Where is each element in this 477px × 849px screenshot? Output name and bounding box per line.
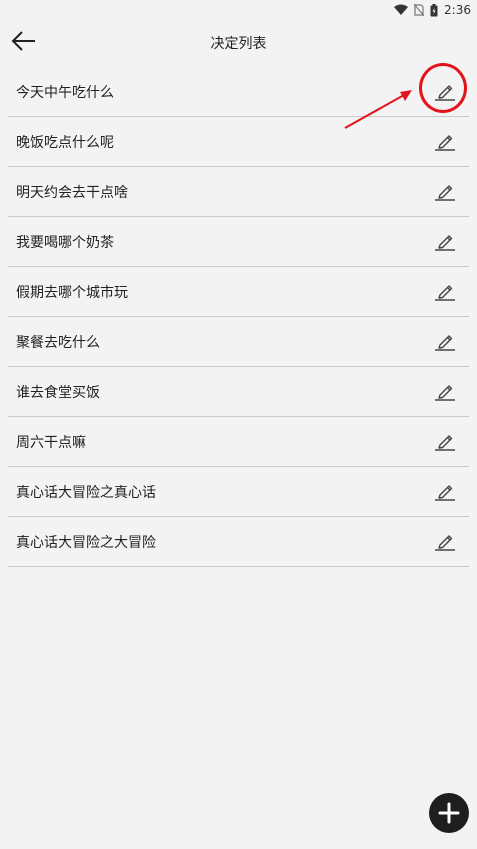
list-item-label: 聚餐去吃什么 — [16, 335, 100, 351]
list-item[interactable]: 明天约会去干点啥 — [8, 167, 469, 217]
edit-button[interactable] — [433, 329, 457, 353]
app-bar: 决定列表 — [0, 20, 477, 66]
edit-button[interactable] — [433, 229, 457, 253]
status-icons: 2:36 — [394, 2, 471, 18]
edit-button[interactable] — [433, 379, 457, 403]
list-item[interactable]: 谁去食堂买饭 — [8, 367, 469, 417]
list-item[interactable]: 真心话大冒险之真心话 — [8, 467, 469, 517]
page-title: 决定列表 — [210, 36, 267, 52]
list-item-label: 真心话大冒险之真心话 — [16, 485, 156, 501]
pencil-edit-icon — [435, 285, 455, 301]
battery-icon — [430, 3, 438, 17]
list-item-label: 我要喝哪个奶茶 — [16, 235, 114, 251]
status-bar: 2:36 — [0, 0, 477, 20]
edit-button[interactable] — [433, 129, 457, 153]
pencil-edit-icon — [435, 235, 455, 251]
pencil-edit-icon — [435, 135, 455, 151]
list-item[interactable]: 我要喝哪个奶茶 — [8, 217, 469, 267]
list-item-label: 周六干点嘛 — [16, 435, 86, 451]
edit-button[interactable] — [433, 479, 457, 503]
pencil-edit-icon — [435, 535, 455, 551]
edit-button[interactable] — [433, 529, 457, 553]
edit-button[interactable] — [433, 429, 457, 453]
annotation-circle — [419, 63, 467, 113]
annotation-arrow — [344, 90, 412, 129]
decision-list: 今天中午吃什么 晚饭吃点什么呢 明天约会去干点啥 我要喝哪个奶茶 假期去哪个城市… — [0, 67, 477, 567]
list-item-label: 真心话大冒险之大冒险 — [16, 535, 156, 551]
pencil-edit-icon — [435, 335, 455, 351]
pencil-edit-icon — [435, 185, 455, 201]
wifi-icon — [394, 4, 409, 16]
list-item-label: 明天约会去干点啥 — [16, 185, 128, 201]
list-item[interactable]: 聚餐去吃什么 — [8, 317, 469, 367]
plus-icon — [438, 802, 460, 824]
list-item-label: 今天中午吃什么 — [16, 85, 114, 101]
edit-button[interactable] — [433, 279, 457, 303]
list-item[interactable]: 周六干点嘛 — [8, 417, 469, 467]
list-item-label: 晚饭吃点什么呢 — [16, 135, 114, 151]
add-decision-button[interactable] — [429, 793, 469, 833]
pencil-edit-icon — [435, 385, 455, 401]
list-item[interactable]: 假期去哪个城市玩 — [8, 267, 469, 317]
no-sim-icon — [414, 4, 425, 16]
list-item-label: 假期去哪个城市玩 — [16, 285, 128, 301]
status-time: 2:36 — [444, 3, 471, 17]
pencil-edit-icon — [435, 435, 455, 451]
list-item[interactable]: 真心话大冒险之大冒险 — [8, 517, 469, 567]
list-item-label: 谁去食堂买饭 — [16, 385, 100, 401]
pencil-edit-icon — [435, 485, 455, 501]
edit-button[interactable] — [433, 179, 457, 203]
